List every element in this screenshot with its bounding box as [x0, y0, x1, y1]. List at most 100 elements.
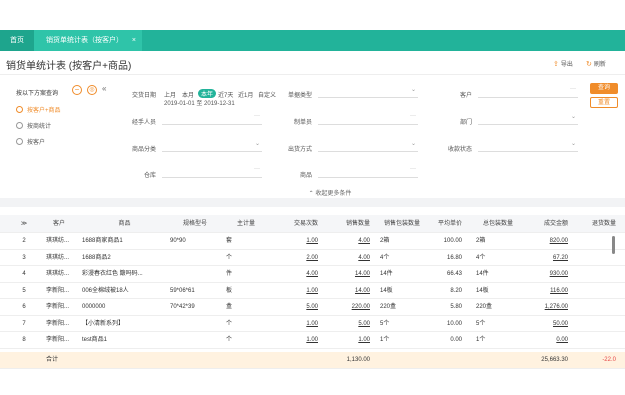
table-row[interactable]: 5 李新阳... 006全棉绒被18人 59*06*61 板 1.00 14.0… [0, 283, 625, 299]
product-label: 商品 [299, 173, 312, 179]
col-header-pkg[interactable]: 销售包装数量 [380, 215, 424, 232]
col-header-product[interactable]: 商品 [82, 215, 167, 232]
close-icon[interactable]: × [132, 30, 136, 51]
cell-spec: 70*42*39 [170, 304, 195, 310]
cell-count-link[interactable]: 1.00 [276, 283, 318, 299]
customer-input[interactable]: ··· [478, 86, 578, 98]
table-row[interactable]: 7 李新阳... 【小清新系列】 个 1.00 5.00 5个 10.00 5个… [0, 316, 625, 332]
cell-count-link[interactable]: 1.00 [276, 332, 318, 348]
doc-type-select[interactable]: ⌄ [318, 86, 418, 98]
cell-qty-link[interactable]: 5.00 [326, 316, 370, 332]
cell-amount-link[interactable]: 1,276.00 [524, 299, 568, 315]
cell-count-link[interactable]: 1.00 [276, 233, 318, 249]
col-header-amount[interactable]: 成交金额 [524, 215, 568, 232]
radio-icon [16, 138, 23, 145]
vertical-scrollbar[interactable] [612, 236, 615, 254]
ship-select[interactable]: ⌄ [318, 140, 418, 152]
cell-qty-link[interactable]: 4.00 [326, 233, 370, 249]
refresh-button[interactable]: ↻ 刷新 [586, 59, 606, 68]
operator-input[interactable]: ··· [318, 113, 418, 125]
col-header-customer[interactable]: 客户 [46, 215, 72, 232]
date-label: 交货日期 [131, 93, 156, 99]
cell-count-link[interactable]: 2.00 [276, 250, 318, 266]
query-button[interactable]: 查询 [590, 83, 618, 94]
export-button[interactable]: ⇪ 导出 [553, 59, 573, 68]
refresh-label: 刷新 [593, 62, 606, 68]
cell-product: test商品1 [82, 337, 108, 343]
cell-customer: 琪琪纺... [46, 238, 70, 244]
col-header-unit[interactable]: 主计量 [226, 215, 266, 232]
cell-pkg: 14板 [380, 287, 393, 294]
cell-product: 1688商品2 [82, 254, 111, 261]
scheme-item-2[interactable]: 按商统计 [16, 121, 51, 130]
cell-unit: 板 [226, 287, 233, 294]
cell-return [576, 316, 616, 332]
col-header-avg[interactable]: 平均单价 [428, 215, 462, 232]
warehouse-input[interactable]: ··· [162, 166, 262, 178]
row-index: 7 [22, 320, 26, 327]
table-row[interactable]: 8 李新阳... test商品1 个 1.00 1.00 1个 0.00 1个 … [0, 332, 625, 349]
scheme-item-3[interactable]: 按客户 [16, 137, 45, 146]
col-header-total-pkg[interactable]: 总包装数量 [476, 215, 520, 232]
col-header-count[interactable]: 交易次数 [276, 215, 318, 232]
cell-count-link[interactable]: 4.00 [276, 266, 318, 282]
cell-return [576, 233, 616, 249]
date-chip-this-year[interactable]: 本年 [198, 89, 217, 98]
cell-amount-link[interactable]: 820.00 [524, 233, 568, 249]
date-chip-custom[interactable]: 自定义 [258, 90, 276, 99]
column-settings-icon[interactable]: ≫ [14, 215, 34, 232]
cell-count-link[interactable]: 5.00 [276, 299, 318, 315]
cell-return [576, 332, 616, 348]
cell-avg: 10.00 [446, 320, 462, 327]
scheme-item-1[interactable]: 按客户+商品 [16, 105, 61, 114]
product-type-select[interactable]: ⌄ [162, 140, 262, 152]
scheme-label: 按客户 [27, 140, 46, 146]
cell-count-link[interactable]: 1.00 [276, 316, 318, 332]
query-scheme-panel: 按以下方案查询 − ◎ « 按客户+商品 按商统计 按客户 [12, 80, 122, 190]
customer-label: 客户 [459, 93, 472, 99]
col-header-spec[interactable]: 规格型号 [170, 215, 220, 232]
collapse-left-icon[interactable]: « [102, 84, 106, 93]
receipt-select[interactable]: ⌄ [478, 140, 578, 152]
table-row[interactable]: 3 琪琪纺... 1688商品2 个 2.00 4.00 4个 16.80 4个… [0, 250, 625, 266]
warehouse-label: 仓库 [143, 173, 156, 179]
salesperson-input[interactable]: ··· [162, 113, 262, 125]
table-row[interactable]: 4 琪琪纺... 彩漫春衣红色 簸吗码... 件 4.00 14.00 14件 … [0, 266, 625, 283]
operator-label: 制单员 [293, 120, 312, 126]
target-icon[interactable]: ◎ [87, 85, 97, 95]
table-total-row: 合计 1,130.00 25,663.30 -22.0 [0, 352, 625, 369]
date-range[interactable]: 2019-01-01 至 2019-12-31 [164, 98, 235, 107]
radio-icon [16, 106, 23, 113]
cell-unit: 个 [226, 254, 233, 261]
cell-amount-link[interactable]: 116.00 [524, 283, 568, 299]
cell-amount-link[interactable]: 67.20 [524, 250, 568, 266]
cell-qty-link[interactable]: 14.00 [326, 266, 370, 282]
tab-bar: 首页 销货单统计表（按客户） × [0, 30, 625, 51]
cell-return [576, 299, 616, 315]
col-header-return[interactable]: 退货数量 [576, 215, 616, 232]
dept-select[interactable]: ⌄ [478, 113, 578, 125]
cell-qty-link[interactable]: 220.00 [326, 299, 370, 315]
cell-amount-link[interactable]: 0.00 [524, 332, 568, 348]
cell-amount-link[interactable]: 50.00 [524, 316, 568, 332]
table-row[interactable]: 6 李新阳... 0000000 70*42*39 盒 5.00 220.00 … [0, 299, 625, 316]
reset-button[interactable]: 重置 [590, 97, 618, 108]
tab-sales-report[interactable]: 销货单统计表（按客户） × [34, 30, 142, 51]
tab-home[interactable]: 首页 [0, 30, 34, 51]
cell-amount-link[interactable]: 930.00 [524, 266, 568, 282]
data-grid: ≫ 客户 商品 规格型号 主计量 交易次数 销售数量 销售包装数量 平均单价 总… [0, 207, 625, 395]
collapse-conditions-button[interactable]: ⌃ 收起更多条件 [290, 188, 370, 197]
date-chip-1month[interactable]: 近1月 [238, 90, 253, 99]
product-input[interactable]: ··· [318, 166, 418, 178]
more-icon: ··· [254, 113, 260, 119]
col-header-qty[interactable]: 销售数量 [326, 215, 370, 232]
page-title: 销货单统计表 (按客户+商品) [6, 61, 132, 72]
table-row[interactable]: 2 琪琪纺... 1688商家商品1 90*90 套 1.00 4.00 2箱 … [0, 233, 625, 250]
cell-qty-link[interactable]: 14.00 [326, 283, 370, 299]
cell-product: 【小清新系列】 [82, 320, 125, 327]
cell-qty-link[interactable]: 1.00 [326, 332, 370, 348]
minus-icon[interactable]: − [72, 85, 82, 95]
cell-total-pkg: 5个 [476, 320, 486, 327]
cell-qty-link[interactable]: 4.00 [326, 250, 370, 266]
export-icon: ⇪ [553, 61, 559, 68]
